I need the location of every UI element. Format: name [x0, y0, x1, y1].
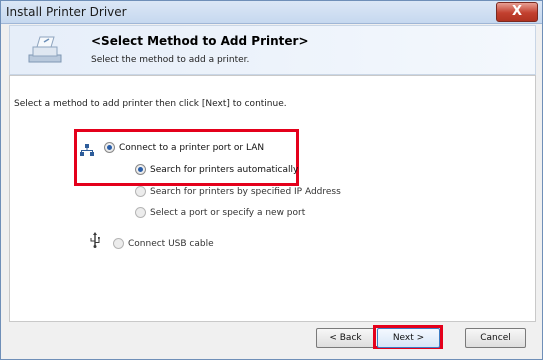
option-usb[interactable]: Connect USB cable	[113, 238, 214, 249]
installer-window: Install Printer Driver X <Select Method …	[0, 0, 543, 360]
option-lan-label: Connect to a printer port or LAN	[119, 142, 265, 153]
radio-select-port[interactable]	[135, 207, 146, 218]
instruction-text: Select a method to add printer then clic…	[14, 99, 287, 109]
wizard-header: <Select Method to Add Printer> Select th…	[9, 25, 536, 75]
title-bar[interactable]: Install Printer Driver X	[1, 1, 542, 24]
header-title: <Select Method to Add Printer>	[91, 34, 309, 48]
printer-wizard-icon	[28, 36, 62, 63]
option-lan[interactable]: Connect to a printer port or LAN	[104, 142, 264, 153]
option-search-ip[interactable]: Search for printers by specified IP Addr…	[135, 186, 341, 197]
highlight-box-lan	[74, 129, 299, 186]
radio-search-auto[interactable]	[135, 164, 146, 175]
window-title: Install Printer Driver	[6, 5, 127, 19]
button-bar: < Back Next > Cancel	[9, 322, 534, 358]
usb-icon	[90, 232, 100, 248]
back-button[interactable]: < Back	[316, 328, 375, 348]
radio-search-ip[interactable]	[135, 186, 146, 197]
option-select-port[interactable]: Select a port or specify a new port	[135, 207, 305, 218]
next-button[interactable]: Next >	[377, 328, 440, 348]
option-select-port-label: Select a port or specify a new port	[150, 207, 306, 218]
header-subtitle: Select the method to add a printer.	[91, 55, 250, 65]
content-panel: Select a method to add printer then clic…	[9, 75, 536, 322]
option-search-ip-label: Search for printers by specified IP Addr…	[150, 186, 341, 197]
cancel-button[interactable]: Cancel	[465, 328, 526, 348]
option-search-auto-label: Search for printers automatically	[150, 164, 299, 175]
close-button[interactable]: X	[496, 2, 538, 22]
radio-lan[interactable]	[104, 142, 115, 153]
option-search-auto[interactable]: Search for printers automatically	[135, 164, 298, 175]
radio-usb[interactable]	[113, 238, 124, 249]
lan-network-icon	[80, 144, 94, 156]
close-icon: X	[511, 4, 523, 19]
option-usb-label: Connect USB cable	[128, 238, 214, 249]
